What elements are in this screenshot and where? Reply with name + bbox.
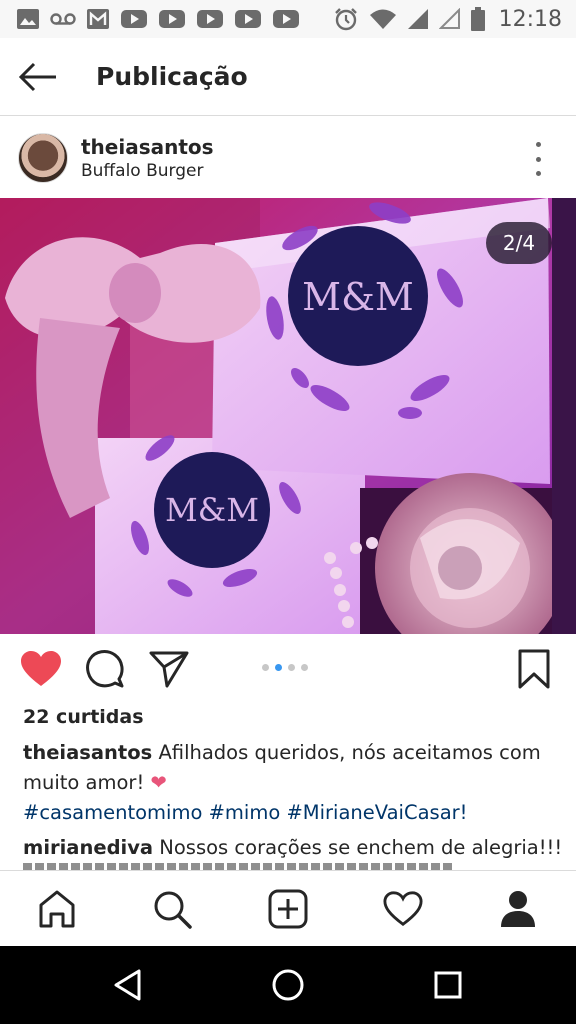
likes-count[interactable]: 22 curtidas bbox=[23, 706, 144, 728]
notification-icons bbox=[16, 8, 300, 30]
send-icon bbox=[149, 651, 189, 688]
post-username[interactable]: theiasantos bbox=[81, 134, 214, 160]
back-triangle-icon bbox=[114, 969, 141, 1001]
avatar[interactable] bbox=[18, 133, 68, 183]
heart-outline-icon bbox=[383, 891, 423, 927]
like-button[interactable] bbox=[20, 648, 62, 690]
user-info: theiasantos Buffalo Burger bbox=[81, 134, 214, 182]
youtube-icon bbox=[234, 9, 262, 29]
arrow-left-icon bbox=[18, 62, 56, 91]
home-circle-icon bbox=[272, 969, 304, 1001]
carousel-counter: 2/4 bbox=[486, 222, 552, 264]
youtube-icon bbox=[158, 9, 186, 29]
post-photo[interactable]: M&M M&M 2/4 bbox=[0, 198, 576, 634]
caption-username[interactable]: theiasantos bbox=[23, 741, 152, 764]
recents-square-icon bbox=[434, 971, 462, 999]
nav-home-button[interactable] bbox=[268, 965, 308, 1005]
heart-emoji: ❤ bbox=[150, 771, 167, 794]
nav-recents-button[interactable] bbox=[428, 965, 468, 1005]
tab-profile[interactable] bbox=[496, 887, 540, 931]
more-options-button[interactable] bbox=[528, 142, 548, 176]
heart-filled-icon bbox=[21, 651, 61, 686]
tab-activity[interactable] bbox=[381, 887, 425, 931]
voicemail-icon bbox=[50, 12, 76, 26]
save-button[interactable] bbox=[513, 648, 555, 690]
carousel-dot-active bbox=[275, 664, 282, 671]
comment-button[interactable] bbox=[84, 648, 126, 690]
photo-image: M&M M&M bbox=[0, 198, 576, 634]
alarm-icon bbox=[333, 6, 359, 32]
more-vertical-icon bbox=[535, 142, 541, 147]
carousel-dot bbox=[301, 664, 308, 671]
comment-icon bbox=[86, 650, 124, 688]
post-header: theiasantos Buffalo Burger bbox=[0, 118, 576, 198]
profile-icon bbox=[501, 891, 535, 927]
status-bar: 12:18 bbox=[0, 0, 576, 38]
youtube-icon bbox=[196, 9, 224, 29]
signal-empty-icon bbox=[438, 8, 461, 30]
comment-username[interactable]: mirianediva bbox=[23, 836, 153, 859]
top-bar: Publicação bbox=[0, 38, 576, 116]
post-location[interactable]: Buffalo Burger bbox=[81, 160, 214, 182]
comment-text: Nossos corações se enchem de alegria!!! bbox=[153, 836, 563, 859]
gmail-icon bbox=[86, 8, 110, 30]
system-nav-bar bbox=[0, 946, 576, 1024]
share-button[interactable] bbox=[148, 648, 190, 690]
post-actions bbox=[0, 634, 576, 704]
comment-item-partial bbox=[23, 863, 453, 870]
youtube-icon bbox=[272, 9, 300, 29]
bottom-tab-bar bbox=[0, 870, 576, 946]
monogram-top: M&M bbox=[302, 275, 414, 319]
tab-home[interactable] bbox=[35, 887, 79, 931]
status-time: 12:18 bbox=[498, 6, 562, 32]
post-caption: theiasantos Afilhados queridos, nós acei… bbox=[23, 738, 558, 828]
youtube-icon bbox=[120, 9, 148, 29]
carousel-dot bbox=[288, 664, 295, 671]
battery-icon bbox=[470, 7, 485, 31]
monogram-bottom: M&M bbox=[165, 491, 259, 529]
carousel-dot bbox=[262, 664, 269, 671]
system-icons: 12:18 bbox=[333, 6, 562, 32]
search-icon bbox=[154, 891, 192, 929]
signal-icon bbox=[407, 8, 429, 30]
page-title: Publicação bbox=[96, 62, 248, 91]
wifi-icon bbox=[369, 8, 397, 30]
caption-hashtags[interactable]: #casamentomimo #mimo #MirianeVaiCasar! bbox=[23, 801, 467, 824]
nav-back-button[interactable] bbox=[108, 965, 148, 1005]
bookmark-icon bbox=[518, 649, 550, 689]
back-button[interactable] bbox=[0, 38, 76, 116]
add-post-icon bbox=[268, 889, 308, 929]
image-icon bbox=[16, 8, 40, 30]
home-icon bbox=[39, 890, 75, 928]
tab-search[interactable] bbox=[150, 887, 194, 931]
carousel-dots bbox=[262, 664, 308, 671]
tab-new-post[interactable] bbox=[266, 887, 310, 931]
